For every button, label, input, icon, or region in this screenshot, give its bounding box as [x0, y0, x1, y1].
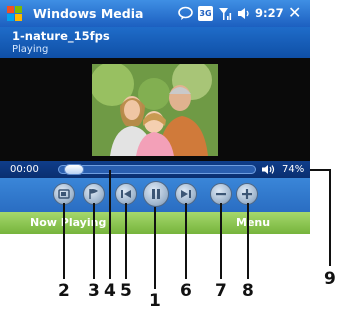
app-title: Windows Media: [33, 6, 144, 21]
callout-2: 2: [58, 281, 70, 301]
video-frame: [92, 64, 218, 156]
video-picture: [92, 64, 218, 156]
clip-name: 1-nature_15fps: [12, 29, 110, 43]
playback-controls: [0, 178, 310, 212]
video-area[interactable]: [0, 58, 310, 161]
windows-start-icon[interactable]: [6, 5, 23, 22]
messaging-icon[interactable]: [178, 6, 193, 21]
flag-button[interactable]: [83, 183, 105, 205]
menu-softkey[interactable]: Menu: [236, 216, 270, 230]
next-icon: [181, 190, 191, 198]
seek-bar-row: 00:00 74%: [0, 161, 310, 178]
callout-1: 1: [149, 291, 161, 310]
3g-icon[interactable]: 3G: [198, 6, 213, 21]
callout-3: 3: [88, 281, 100, 301]
callout-6: 6: [180, 281, 192, 301]
screen-size-icon: [58, 188, 70, 199]
volume-icon: [262, 165, 275, 174]
flag-icon: [89, 189, 98, 199]
clip-info: 1-nature_15fps Playing: [0, 27, 310, 58]
seek-thumb[interactable]: [64, 164, 84, 175]
callout-5: 5: [120, 281, 132, 301]
callout-9: 9: [324, 269, 336, 289]
speaker-icon[interactable]: [236, 6, 252, 21]
volume-up-icon: [242, 189, 252, 199]
screen-size-button[interactable]: [53, 183, 75, 205]
volume-level: 74%: [282, 164, 305, 175]
signal-icon[interactable]: [218, 6, 232, 21]
next-button[interactable]: [175, 183, 197, 205]
volume-down-icon: [216, 193, 226, 196]
title-bar: Windows Media 3G 9:27 ✕: [0, 0, 310, 27]
volume-down-button[interactable]: [210, 183, 232, 205]
seek-slider[interactable]: [58, 164, 256, 175]
close-icon[interactable]: ✕: [288, 3, 301, 23]
soft-key-bar: Now Playing Menu: [0, 212, 310, 234]
volume-up-button[interactable]: [236, 183, 258, 205]
callout-line-9: [310, 169, 331, 266]
previous-icon: [121, 190, 131, 198]
callout-8: 8: [242, 281, 254, 301]
pause-button[interactable]: [143, 181, 169, 207]
elapsed-time: 00:00: [10, 164, 39, 175]
callout-7: 7: [215, 281, 227, 301]
now-playing-softkey[interactable]: Now Playing: [30, 216, 106, 230]
pause-icon: [152, 189, 160, 199]
previous-button[interactable]: [115, 183, 137, 205]
callout-4: 4: [104, 281, 116, 301]
clock: 9:27: [255, 6, 284, 20]
playback-status: Playing: [12, 44, 49, 55]
network-badge: 3G: [199, 9, 212, 18]
